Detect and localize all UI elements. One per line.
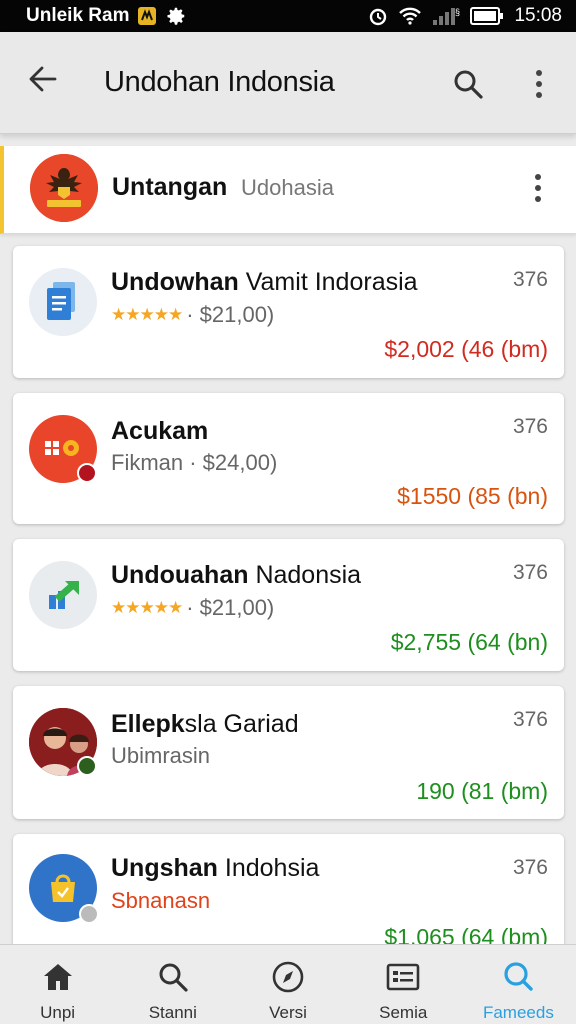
shopping-bag-icon bbox=[29, 854, 99, 924]
rating-stars: ★★★★★ bbox=[111, 305, 183, 324]
nav-item-feeds[interactable]: Fameeds bbox=[461, 945, 576, 1024]
nav-item-search[interactable]: Stanni bbox=[115, 945, 230, 1024]
nav-item-home[interactable]: Unpi bbox=[0, 945, 115, 1024]
item-title: Undowhan Vamit Indorasia bbox=[111, 268, 418, 296]
item-subtitle: Sbnanasn bbox=[111, 888, 211, 913]
item-subtitle: ★★★★★ · $21,00) bbox=[111, 302, 275, 327]
item-subtitle: Ubimrasin bbox=[111, 743, 211, 768]
list-item-card[interactable]: Ellepksla Gariad Ubimrasin 376 190 (81 (… bbox=[13, 686, 564, 819]
more-vert-icon bbox=[535, 174, 541, 202]
list-item-card[interactable]: Acukam Fikman · $24,00) 376 $1550 (85 (b… bbox=[13, 393, 564, 524]
more-vert-icon bbox=[536, 70, 542, 98]
status-badge bbox=[79, 904, 99, 924]
item-price: $2,755 (64 (bn) bbox=[390, 629, 548, 655]
header-title: Untangan bbox=[112, 173, 228, 201]
nav-label: Unpi bbox=[40, 1003, 76, 1022]
page-title: Undohan Indonsia bbox=[104, 66, 335, 98]
status-bar: Unleik Ram § 15:08 bbox=[0, 0, 576, 32]
overflow-menu-button[interactable] bbox=[524, 66, 554, 102]
list-item-card[interactable]: Undowhan Vamit Indorasia ★★★★★ · $21,00) … bbox=[13, 246, 564, 378]
item-title: Acukam bbox=[111, 417, 209, 445]
header-subtitle: Udohasia bbox=[241, 175, 334, 200]
list-card-icon bbox=[385, 959, 421, 995]
clock-time: 15:08 bbox=[514, 5, 562, 26]
search-icon bbox=[155, 959, 191, 995]
search-button[interactable] bbox=[450, 66, 486, 102]
item-count: 376 bbox=[512, 856, 548, 879]
nav-label: Versi bbox=[269, 1003, 307, 1022]
status-badge bbox=[77, 463, 97, 483]
nav-item-explore[interactable]: Versi bbox=[230, 945, 345, 1024]
item-title: Ellepksla Gariad bbox=[111, 710, 299, 738]
item-subtitle: ★★★★★ · $21,00) bbox=[111, 595, 275, 620]
nav-label: Semia bbox=[379, 1003, 428, 1022]
back-arrow-icon bbox=[29, 66, 57, 92]
search-icon bbox=[454, 70, 483, 99]
item-price: 190 (81 (bm) bbox=[416, 778, 548, 804]
nav-label: Stanni bbox=[148, 1003, 197, 1022]
status-badge bbox=[77, 756, 97, 776]
alarm-icon bbox=[368, 6, 388, 26]
featured-header-row[interactable]: Untangan Udohasia bbox=[0, 146, 576, 234]
settings-gear-icon bbox=[165, 5, 187, 27]
avatar bbox=[29, 708, 97, 776]
home-icon bbox=[40, 959, 76, 995]
item-count: 376 bbox=[512, 561, 548, 584]
search-icon bbox=[500, 959, 536, 995]
signal-icon: § bbox=[432, 6, 460, 26]
app-notification-icon bbox=[137, 6, 157, 26]
nav-item-list[interactable]: Semia bbox=[346, 945, 461, 1024]
nav-label: Fameeds bbox=[482, 1003, 554, 1022]
back-button[interactable] bbox=[26, 62, 60, 96]
document-app-icon bbox=[29, 268, 97, 336]
item-count: 376 bbox=[512, 708, 548, 731]
carrier-label: Unleik Ram bbox=[26, 5, 130, 26]
list-item-card[interactable]: Undouahan Nadonsia ★★★★★ · $21,00) 376 $2… bbox=[13, 539, 564, 671]
gear-app-icon bbox=[29, 415, 97, 483]
compass-icon bbox=[270, 959, 306, 995]
item-count: 376 bbox=[512, 415, 548, 438]
bottom-navigation: Unpi Stanni Versi Semia Fameeds bbox=[0, 944, 576, 1024]
item-price: $1550 (85 (bn) bbox=[397, 483, 548, 509]
rating-stars: ★★★★★ bbox=[111, 598, 183, 617]
header-more-button[interactable] bbox=[524, 168, 552, 208]
item-subtitle: Fikman · $24,00) bbox=[111, 450, 278, 475]
wifi-icon bbox=[398, 7, 422, 25]
growth-chart-icon bbox=[29, 561, 97, 629]
battery-icon bbox=[470, 6, 504, 26]
item-title: Undouahan Nadonsia bbox=[111, 561, 362, 589]
garuda-logo-icon bbox=[30, 154, 98, 222]
app-bar: Undohan Indonsia bbox=[0, 32, 576, 134]
item-count: 376 bbox=[512, 268, 548, 291]
svg-text:§: § bbox=[455, 7, 460, 17]
item-title: Ungshan Indohsia bbox=[111, 854, 320, 882]
item-price: $2,002 (46 (bm) bbox=[384, 336, 548, 362]
